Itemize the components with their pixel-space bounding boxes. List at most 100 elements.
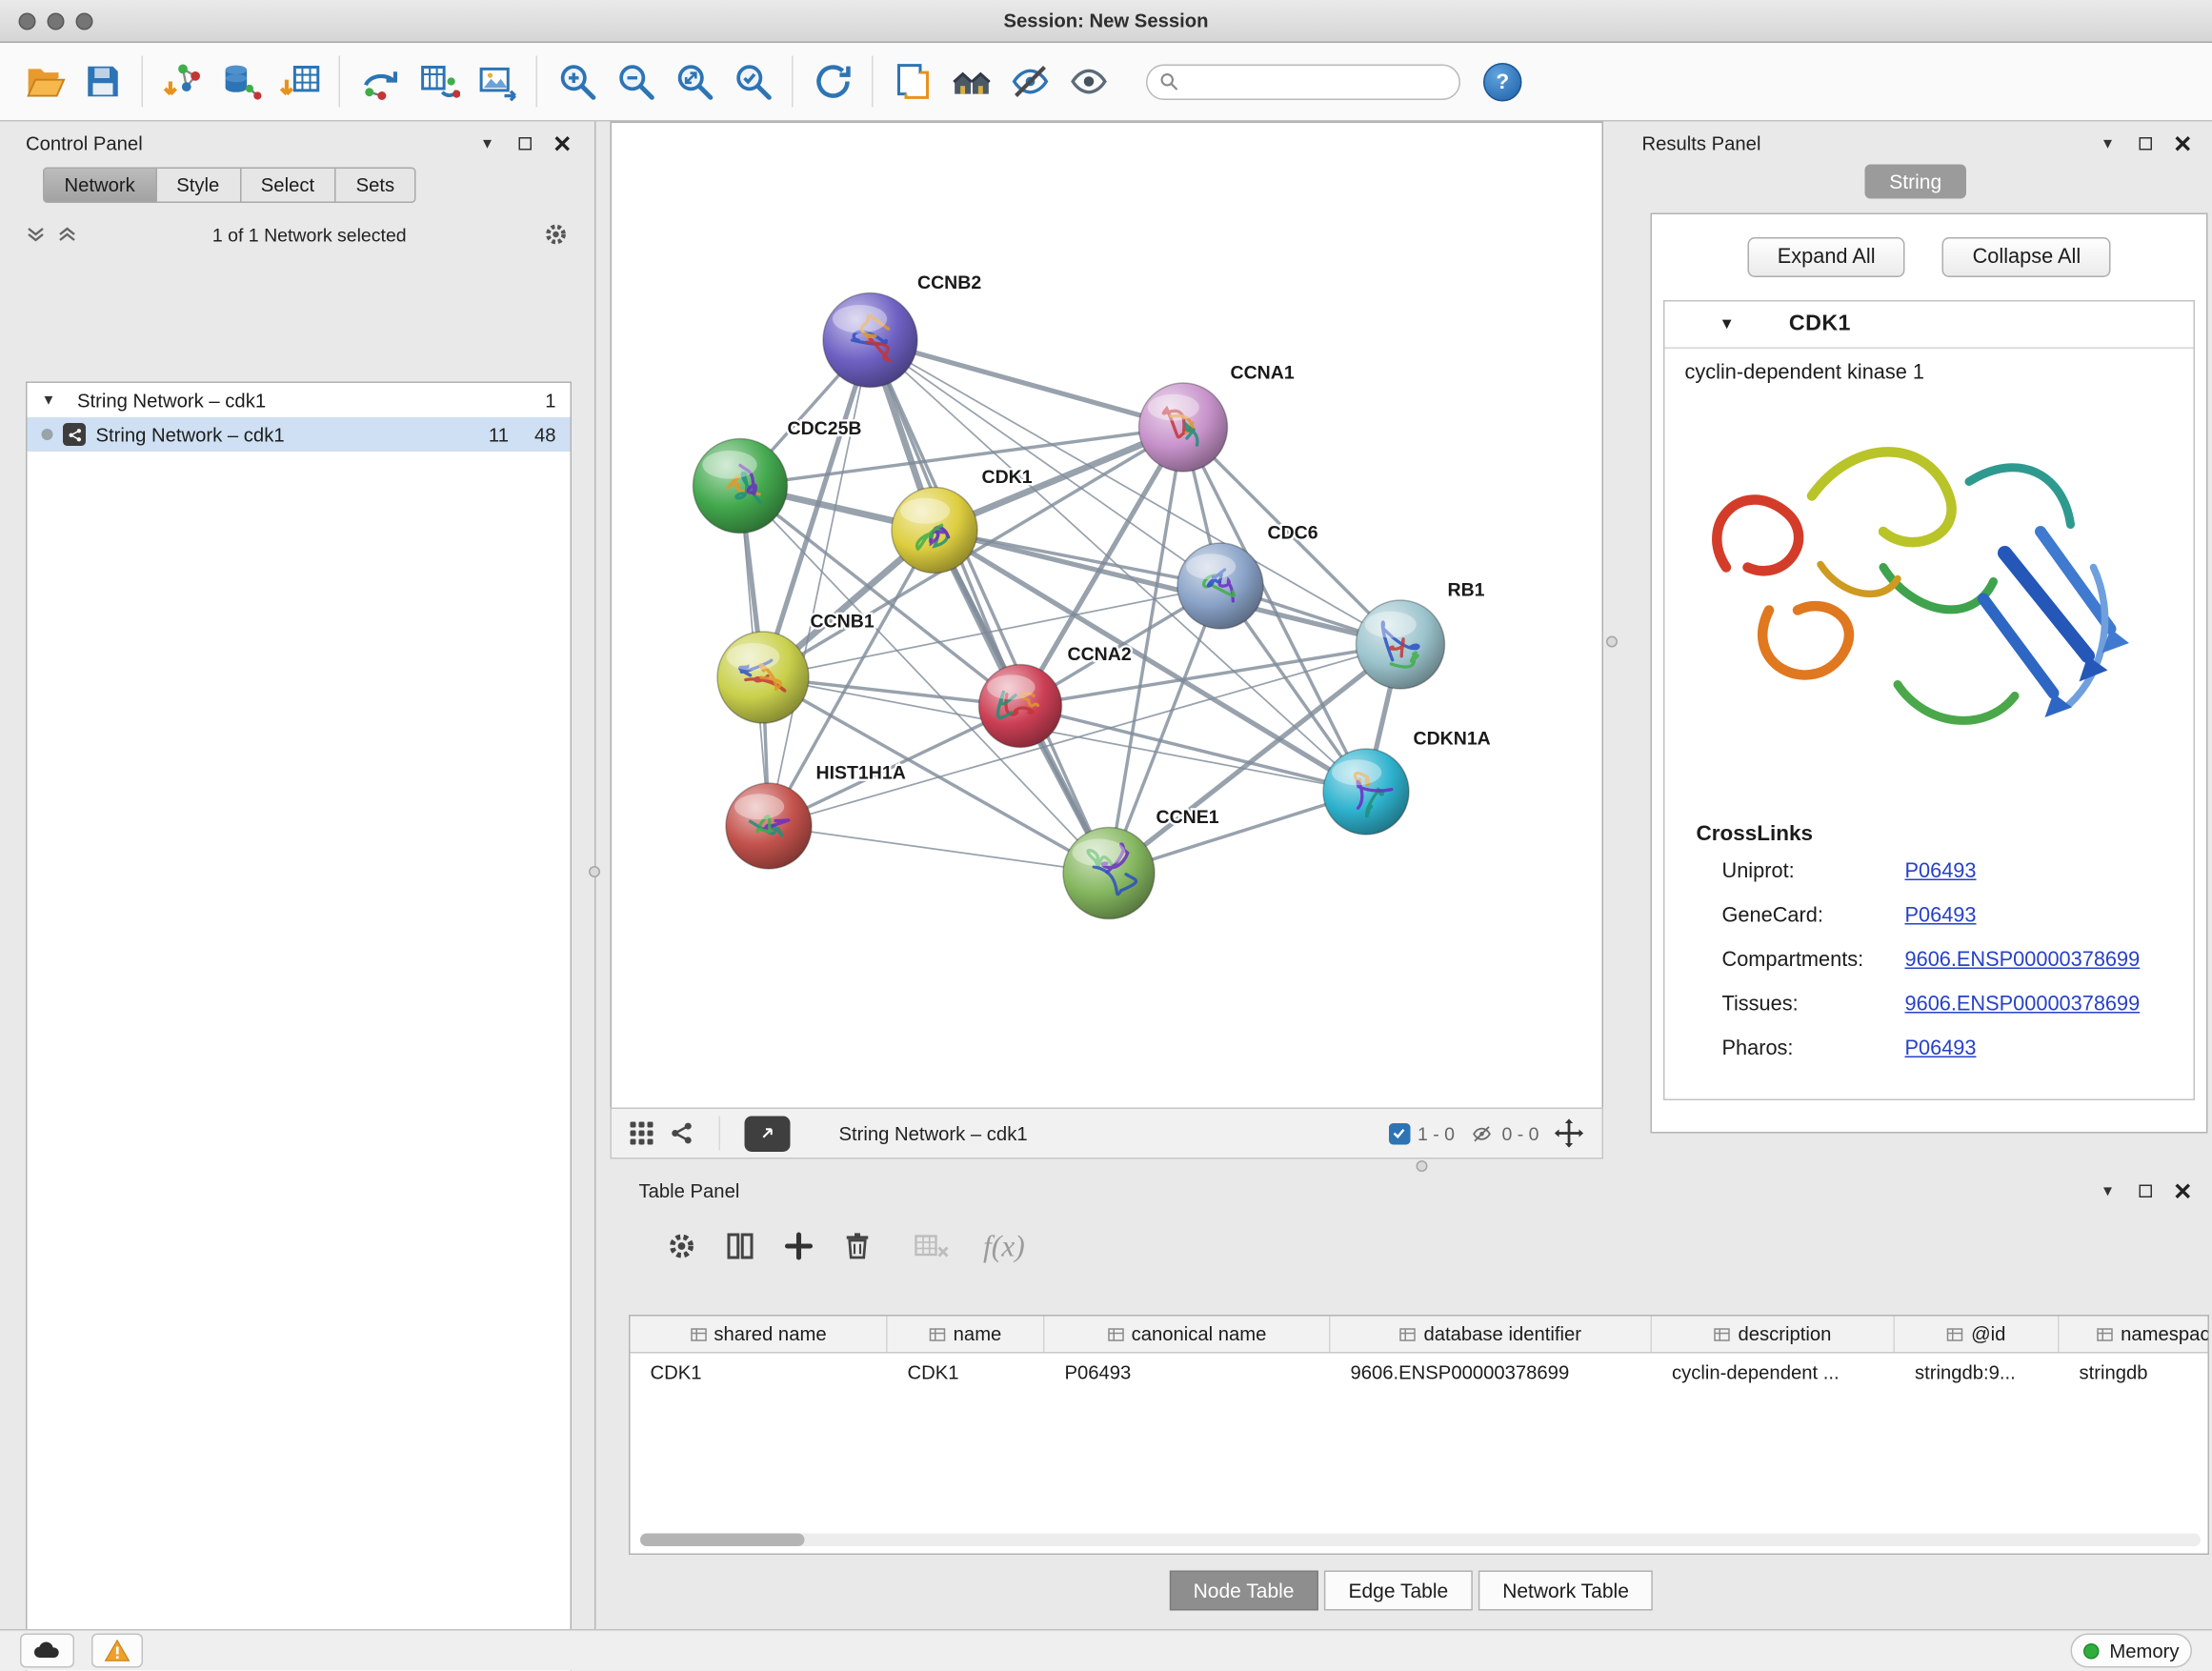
search-input[interactable] bbox=[1188, 70, 1448, 92]
tab-network[interactable]: Network bbox=[43, 168, 156, 204]
splitter-handle[interactable] bbox=[589, 866, 600, 877]
network-node-CCNA2[interactable] bbox=[979, 665, 1062, 748]
network-node-RB1[interactable] bbox=[1357, 600, 1445, 689]
tab-network-table[interactable]: Network Table bbox=[1478, 1571, 1654, 1611]
crosslink-link[interactable]: P06493 bbox=[1905, 1037, 1977, 1059]
maximize-panel-icon[interactable] bbox=[512, 131, 537, 154]
show-columns-icon[interactable] bbox=[723, 1229, 757, 1263]
zoom-window-button[interactable] bbox=[76, 13, 93, 30]
hide-selected-button[interactable] bbox=[1000, 51, 1059, 111]
column-header[interactable]: namespace bbox=[2060, 1317, 2210, 1353]
gear-icon[interactable] bbox=[542, 220, 571, 249]
import-table-from-file-button[interactable] bbox=[271, 51, 330, 111]
warnings-button[interactable] bbox=[91, 1634, 143, 1668]
import-network-from-database-button[interactable] bbox=[211, 51, 271, 111]
crosslink-link[interactable]: P06493 bbox=[1905, 859, 1977, 882]
network-node-HIST1H1A[interactable] bbox=[726, 783, 812, 869]
collapse-panel-icon[interactable]: ▾ bbox=[474, 131, 500, 154]
close-window-button[interactable] bbox=[19, 13, 36, 30]
tab-edge-table[interactable]: Edge Table bbox=[1324, 1571, 1473, 1611]
help-button[interactable]: ? bbox=[1483, 62, 1522, 101]
section-collapse-icon[interactable]: ▼ bbox=[1719, 316, 1735, 333]
network-node-CDC25B[interactable] bbox=[694, 439, 788, 534]
network-view[interactable]: CCNB2CCNA1CDC25BCDK1CDC6RB1CCNB1CCNA2CDK… bbox=[611, 122, 1604, 1108]
network-navigator-button[interactable] bbox=[745, 1116, 791, 1152]
import-network-from-file-button[interactable] bbox=[153, 51, 212, 111]
column-header[interactable]: name bbox=[888, 1317, 1045, 1353]
column-header[interactable]: @id bbox=[1895, 1317, 2060, 1353]
string-network-icon bbox=[63, 423, 86, 446]
pan-move-icon[interactable] bbox=[1554, 1117, 1585, 1149]
clone-network-button[interactable] bbox=[351, 51, 410, 111]
network-node-CCNA1[interactable] bbox=[1139, 383, 1228, 472]
minimize-window-button[interactable] bbox=[48, 13, 65, 30]
hidden-eye-icon[interactable] bbox=[1469, 1122, 1495, 1144]
crosslink-row: Compartments:9606.ENSP00000378699 bbox=[1665, 937, 2194, 982]
crosslink-link[interactable]: 9606.ENSP00000378699 bbox=[1905, 993, 2141, 1016]
expand-all-button[interactable]: Expand All bbox=[1747, 237, 1905, 277]
tab-select[interactable]: Select bbox=[241, 168, 336, 204]
first-neighbors-button[interactable] bbox=[942, 51, 1001, 111]
maximize-panel-icon[interactable] bbox=[2132, 1179, 2158, 1202]
search-box[interactable] bbox=[1146, 64, 1460, 100]
expand-all-icon[interactable] bbox=[57, 225, 77, 245]
network-node-CDKN1A[interactable] bbox=[1323, 749, 1409, 835]
add-row-plus-icon[interactable] bbox=[782, 1229, 816, 1263]
maximize-panel-icon[interactable] bbox=[2132, 131, 2158, 154]
cloud-status-button[interactable] bbox=[20, 1634, 74, 1668]
network-and-table-button[interactable] bbox=[409, 51, 468, 111]
zoom-out-button[interactable] bbox=[606, 51, 665, 111]
horizontal-scrollbar[interactable] bbox=[640, 1534, 2201, 1547]
zoom-selected-button[interactable] bbox=[723, 51, 782, 111]
tab-node-table[interactable]: Node Table bbox=[1169, 1571, 1318, 1611]
node-label: CDC25B bbox=[788, 418, 862, 439]
close-panel-icon[interactable] bbox=[2169, 131, 2195, 154]
collapse-all-button[interactable]: Collapse All bbox=[1942, 237, 2111, 277]
zoom-fit-button[interactable] bbox=[665, 51, 724, 111]
column-header[interactable]: database identifier bbox=[1331, 1317, 1653, 1353]
close-panel-icon[interactable] bbox=[2169, 1179, 2195, 1202]
apply-layout-button[interactable] bbox=[803, 51, 862, 111]
table-settings-gear-icon[interactable] bbox=[665, 1229, 699, 1263]
crosslink-link[interactable]: P06493 bbox=[1905, 904, 1977, 927]
tab-sets[interactable]: Sets bbox=[336, 168, 416, 204]
network-row[interactable]: String Network – cdk1 11 48 bbox=[28, 417, 571, 452]
tab-string[interactable]: String bbox=[1865, 165, 1966, 199]
network-node-CCNB1[interactable] bbox=[717, 632, 809, 723]
column-header[interactable]: canonical name bbox=[1045, 1317, 1331, 1353]
checkbox-icon[interactable] bbox=[1389, 1122, 1411, 1144]
collapse-panel-icon[interactable]: ▾ bbox=[2095, 131, 2121, 154]
network-node-CCNE1[interactable] bbox=[1063, 828, 1155, 919]
collapse-panel-icon[interactable]: ▾ bbox=[2095, 1179, 2121, 1202]
share-mode-icon[interactable] bbox=[669, 1120, 694, 1146]
tab-style[interactable]: Style bbox=[156, 168, 241, 204]
window-controls[interactable] bbox=[19, 13, 93, 30]
table-row[interactable]: CDK1CDK1P064939606.ENSP00000378699cyclin… bbox=[631, 1354, 2208, 1391]
network-collection-row[interactable]: ▼ String Network – cdk1 1 bbox=[28, 383, 571, 417]
export-image-button[interactable] bbox=[468, 51, 527, 111]
copy-document-button[interactable] bbox=[883, 51, 942, 111]
close-panel-icon[interactable] bbox=[549, 131, 574, 154]
memory-button[interactable]: Memory bbox=[2071, 1634, 2192, 1668]
protein-section-header[interactable]: ▼ CDK1 bbox=[1665, 302, 2194, 350]
zoom-in-button[interactable] bbox=[548, 51, 607, 111]
save-session-button[interactable] bbox=[73, 51, 132, 111]
string-results-box: Expand All Collapse All ▼ CDK1 cyclin-de… bbox=[1651, 213, 2208, 1134]
network-node-CCNB2[interactable] bbox=[823, 293, 917, 388]
network-node-CDC6[interactable] bbox=[1177, 543, 1263, 629]
scrollbar-thumb[interactable] bbox=[640, 1534, 805, 1547]
delete-trash-icon[interactable] bbox=[840, 1229, 875, 1263]
node-count: 11 bbox=[489, 424, 509, 446]
column-header[interactable]: description bbox=[1652, 1317, 1895, 1353]
column-header[interactable]: shared name bbox=[631, 1317, 888, 1353]
collapse-all-icon[interactable] bbox=[26, 225, 46, 245]
tree-expander-icon[interactable]: ▼ bbox=[42, 393, 59, 409]
splitter-handle[interactable] bbox=[1606, 636, 1618, 648]
show-all-button[interactable] bbox=[1059, 51, 1118, 111]
network-node-CDK1[interactable] bbox=[892, 488, 977, 574]
grid-mode-icon[interactable] bbox=[629, 1120, 654, 1146]
splitter-handle[interactable] bbox=[1417, 1160, 1428, 1172]
open-session-button[interactable] bbox=[14, 51, 73, 111]
crosslink-link[interactable]: 9606.ENSP00000378699 bbox=[1905, 948, 2141, 971]
network-canvas[interactable]: CCNB2CCNA1CDC25BCDK1CDC6RB1CCNB1CCNA2CDK… bbox=[612, 123, 1605, 1109]
